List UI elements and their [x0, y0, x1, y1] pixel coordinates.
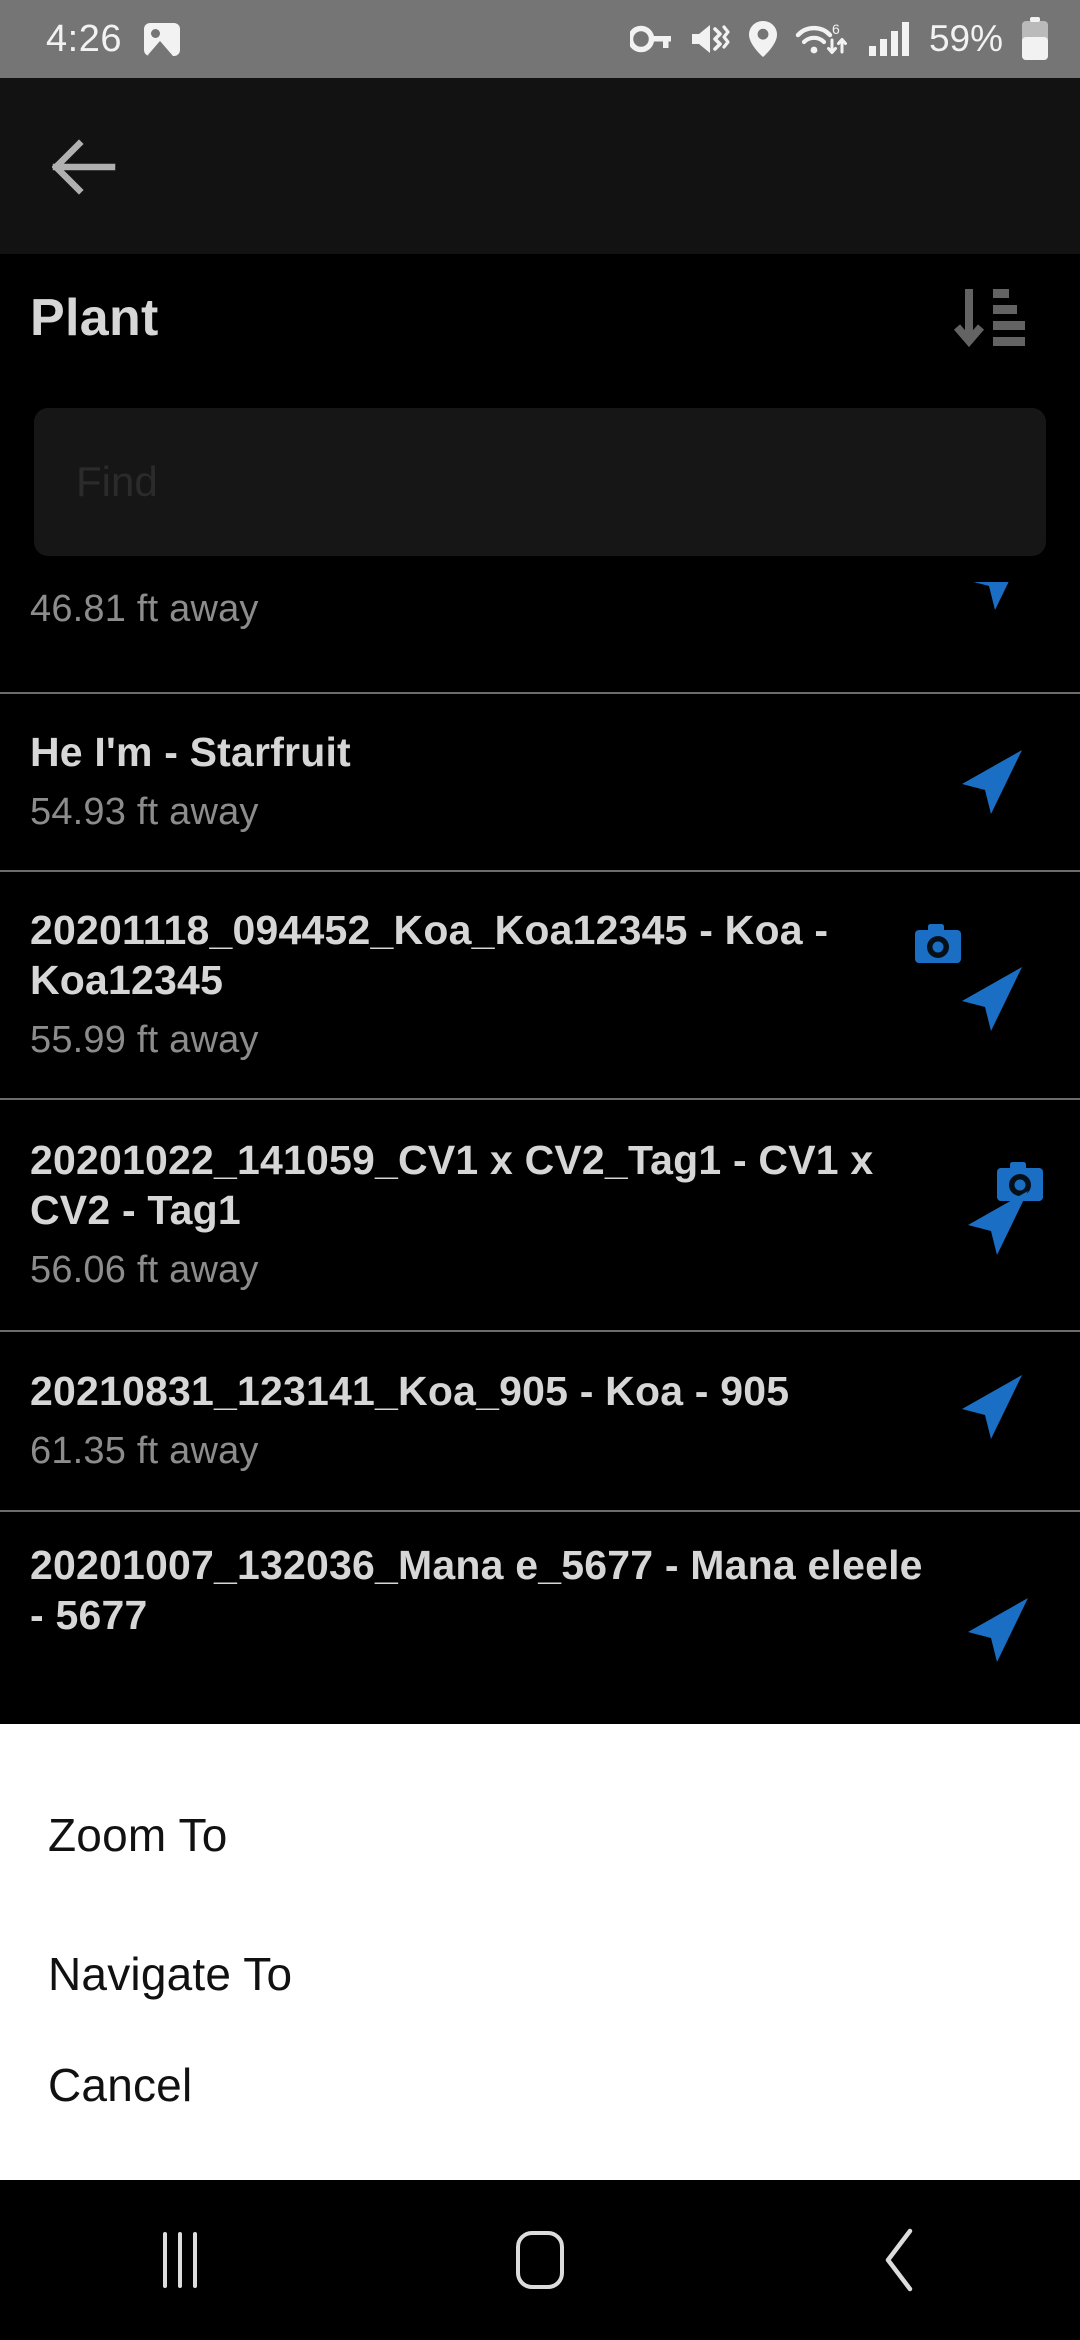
mute-vibrate-icon [691, 25, 730, 53]
list-item-title: 20210831_123141_Koa_905 - Koa - 905 [30, 1368, 790, 1415]
navigate-arrow-icon[interactable] [952, 959, 1032, 1039]
list-item[interactable]: He I'm - Starfruit 54.93 ft away [0, 694, 1080, 872]
list-item-icons [840, 1332, 1050, 1510]
list-item-title: 20201118_094452_Koa_Koa12345 - Koa - Koa… [30, 907, 829, 1004]
recent-apps-button[interactable] [90, 2180, 270, 2340]
menu-item-navigate-to[interactable]: Navigate To [0, 1890, 1080, 2058]
battery-icon [1022, 17, 1048, 60]
navigate-arrow-icon[interactable] [956, 582, 1036, 618]
home-icon [516, 2231, 564, 2289]
list-item[interactable]: 20201007_132036_Mana e_5677 - Mana eleel… [0, 1512, 1080, 1662]
list-item-icons [840, 872, 1050, 1098]
navigate-arrow-icon[interactable] [958, 1590, 1038, 1662]
android-nav-bar [0, 2180, 1080, 2340]
sort-descending-icon [953, 289, 1025, 348]
list-item-icons [840, 582, 1050, 692]
context-menu-dialog: Zoom To Navigate To Cancel [0, 1724, 1080, 2180]
navigate-arrow-icon[interactable] [952, 1367, 1032, 1447]
status-bar-left: 4:26 [46, 20, 180, 58]
svg-text:6: 6 [832, 21, 840, 37]
menu-item-label: Zoom To [48, 1809, 228, 1861]
recent-apps-icon [163, 2232, 197, 2288]
icon-stack [840, 1512, 1050, 1662]
list-item-title: He I'm - Starfruit [30, 729, 351, 776]
search-placeholder: Find [76, 458, 158, 505]
battery-percent: 59% [928, 18, 1003, 59]
list-item-title: 20201022_141059_CV1 x CV2_Tag1 - CV1 x C… [30, 1137, 874, 1234]
app-screen: 4:26 6 59% Plant Find 46.81 ft away He I… [0, 0, 1080, 2340]
search-container: Find [0, 382, 1080, 582]
menu-item-label: Cancel [48, 2059, 193, 2111]
plant-list[interactable]: 46.81 ft away He I'm - Starfruit 54.93 f… [0, 582, 1080, 1742]
icon-stack [840, 582, 1050, 692]
list-item-distance: 46.81 ft away [30, 588, 259, 630]
back-chevron-icon [885, 2228, 913, 2292]
icon-stack [840, 872, 1050, 1098]
menu-item-zoom-to[interactable]: Zoom To [0, 1724, 1080, 1890]
list-item[interactable]: 46.81 ft away [0, 582, 1080, 694]
search-input[interactable]: Find [34, 408, 1046, 556]
navigate-arrow-icon[interactable] [952, 742, 1032, 822]
nav-back-button[interactable] [810, 2180, 990, 2340]
home-button[interactable] [450, 2180, 630, 2340]
cellular-signal-icon [868, 22, 909, 56]
list-item[interactable]: 20201022_141059_CV1 x CV2_Tag1 - CV1 x C… [0, 1100, 1080, 1332]
list-item[interactable]: 20201118_094452_Koa_Koa12345 - Koa - Koa… [0, 872, 1080, 1100]
list-item-icons [840, 1100, 1050, 1330]
menu-item-label: Navigate To [48, 1948, 293, 2000]
app-toolbar [0, 78, 1080, 254]
list-item-icons [840, 1512, 1050, 1662]
page-title: Plant [30, 289, 159, 347]
list-item[interactable]: 20210831_123141_Koa_905 - Koa - 905 61.3… [0, 1332, 1080, 1512]
list-item-title: 20201007_132036_Mana e_5677 - Mana eleel… [30, 1541, 923, 1638]
back-button[interactable] [40, 122, 130, 212]
status-bar: 4:26 6 59% [0, 0, 1080, 78]
icon-stack [840, 694, 1050, 870]
location-pin-icon [748, 21, 777, 57]
navigate-arrow-icon[interactable] [958, 1183, 1038, 1263]
list-item-distance: 61.35 ft away [30, 1430, 259, 1473]
photo-icon [143, 22, 180, 56]
status-bar-clock: 4:26 [46, 18, 122, 60]
arrow-left-icon [52, 139, 116, 195]
menu-item-cancel[interactable]: Cancel [0, 2058, 1080, 2180]
status-bar-right: 6 59% [629, 17, 1050, 61]
list-item-icons [840, 694, 1050, 870]
wifi-6-icon: 6 [795, 21, 847, 54]
key-icon [629, 25, 671, 53]
icon-stack [840, 1332, 1050, 1510]
icon-stack [840, 1100, 1050, 1330]
title-bar: Plant [0, 254, 1080, 382]
list-item-distance: 55.99 ft away [30, 1019, 259, 1062]
list-item-distance: 56.06 ft away [30, 1249, 259, 1292]
sort-button[interactable] [940, 270, 1036, 366]
list-item-distance: 54.93 ft away [30, 791, 259, 834]
